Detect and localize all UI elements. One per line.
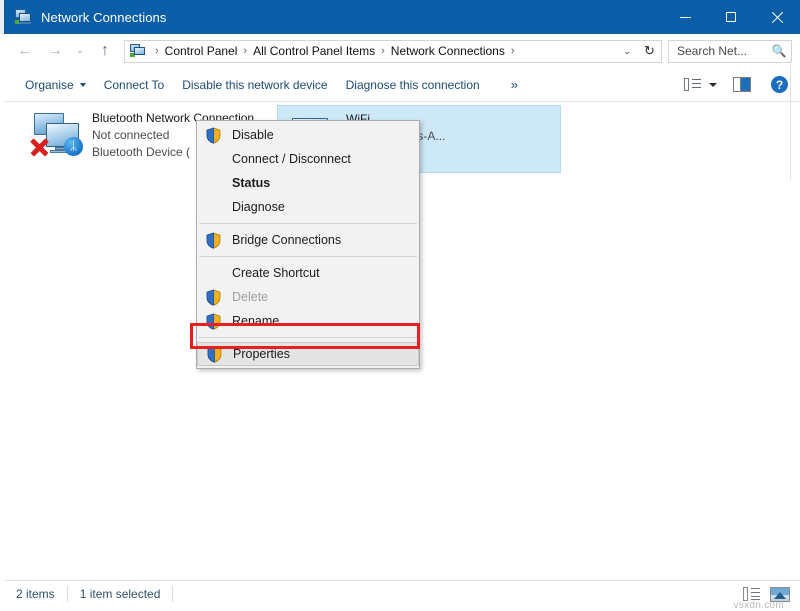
- maximize-icon: [726, 12, 736, 22]
- menu-item-rename[interactable]: Rename: [197, 309, 419, 333]
- disable-network-device-button[interactable]: Disable this network device: [173, 73, 336, 97]
- refresh-button[interactable]: ↻: [638, 40, 662, 63]
- menu-item-diagnose[interactable]: Diagnose: [197, 195, 419, 219]
- forward-arrow-icon: →: [47, 43, 63, 59]
- status-selection-count: 1 item selected: [80, 587, 161, 601]
- up-button[interactable]: ↑: [90, 36, 120, 66]
- no-icon-spacer: [205, 151, 222, 168]
- organise-button[interactable]: Organise: [16, 73, 95, 97]
- organise-label: Organise: [25, 78, 74, 92]
- disconnected-x-icon: [30, 137, 48, 155]
- back-arrow-icon: ←: [17, 43, 33, 59]
- help-icon[interactable]: ?: [771, 76, 788, 93]
- menu-item-label: Status: [232, 176, 270, 190]
- shield-icon: [205, 232, 222, 249]
- chevron-down-icon: ⌄: [76, 46, 84, 56]
- forward-button[interactable]: →: [40, 36, 70, 66]
- chevron-down-icon: [80, 83, 86, 87]
- shield-icon: [205, 127, 222, 144]
- shield-icon: [205, 313, 222, 330]
- breadcrumb-item-control-panel[interactable]: Control Panel: [165, 44, 238, 58]
- shield-icon: [206, 346, 223, 363]
- search-icon: 🔍: [770, 44, 788, 58]
- menu-item-label: Bridge Connections: [232, 233, 341, 247]
- menu-item-label: Diagnose: [232, 200, 285, 214]
- status-divider: [67, 586, 68, 602]
- up-arrow-icon: ↑: [101, 43, 109, 59]
- shield-icon: [205, 289, 222, 306]
- menu-separator: [199, 337, 417, 338]
- minimize-icon: [680, 17, 691, 18]
- preview-pane-icon[interactable]: [733, 77, 751, 92]
- connect-to-label: Connect To: [104, 78, 165, 92]
- help-question-mark: ?: [776, 78, 783, 92]
- menu-item-label: Create Shortcut: [232, 266, 320, 280]
- menu-item-disable[interactable]: Disable: [197, 123, 419, 147]
- toolbar-right-group: ?: [684, 76, 788, 93]
- menu-separator: [199, 223, 417, 224]
- no-icon-spacer: [205, 265, 222, 282]
- refresh-icon: ↻: [644, 43, 655, 59]
- diagnose-connection-label: Diagnose this connection: [346, 78, 480, 92]
- address-bar: ← → ⌄ ↑ › Control Panel › All Control Pa…: [4, 34, 800, 68]
- maximize-button[interactable]: [708, 0, 754, 34]
- title-bar: Network Connections: [4, 0, 800, 34]
- recent-locations-button[interactable]: ⌄: [70, 36, 90, 66]
- diagnose-connection-button[interactable]: Diagnose this connection: [337, 73, 489, 97]
- breadcrumb-separator[interactable]: ›: [243, 45, 247, 57]
- window-title: Network Connections: [41, 10, 166, 25]
- chevron-down-icon: ⌄: [623, 46, 631, 57]
- address-dropdown-button[interactable]: ⌄: [616, 40, 638, 63]
- watermark-artifact-line: [790, 60, 791, 180]
- search-box[interactable]: 🔍: [668, 40, 792, 63]
- status-divider: [172, 586, 173, 602]
- breadcrumb-item-network-connections[interactable]: Network Connections: [391, 44, 505, 58]
- no-icon-spacer: [205, 175, 222, 192]
- back-button[interactable]: ←: [10, 36, 40, 66]
- connect-to-button[interactable]: Connect To: [95, 73, 174, 97]
- minimize-button[interactable]: [662, 0, 708, 34]
- breadcrumb-separator[interactable]: ›: [381, 45, 385, 57]
- menu-item-status[interactable]: Status: [197, 171, 419, 195]
- change-view-icon[interactable]: [684, 77, 702, 93]
- menu-item-label: Properties: [233, 347, 290, 361]
- search-input[interactable]: [669, 43, 770, 59]
- menu-separator: [199, 256, 417, 257]
- breadcrumb-item-all-control-panel-items[interactable]: All Control Panel Items: [253, 44, 375, 58]
- menu-item-label: Rename: [232, 314, 279, 328]
- context-menu: Disable Connect / Disconnect Status Diag…: [196, 120, 420, 369]
- status-bar: 2 items 1 item selected vsxdn.com: [4, 580, 800, 607]
- close-icon: [771, 11, 783, 23]
- menu-item-label: Disable: [232, 128, 274, 142]
- menu-item-connect-disconnect[interactable]: Connect / Disconnect: [197, 147, 419, 171]
- chevron-down-icon[interactable]: [709, 83, 717, 87]
- menu-item-create-shortcut[interactable]: Create Shortcut: [197, 261, 419, 285]
- toolbar-overflow-button[interactable]: »: [503, 77, 526, 92]
- menu-item-bridge-connections[interactable]: Bridge Connections: [197, 228, 419, 252]
- bluetooth-network-adapter-icon: ᛦ: [30, 109, 92, 161]
- bluetooth-icon: ᛦ: [64, 137, 83, 156]
- menu-item-label: Connect / Disconnect: [232, 152, 351, 166]
- menu-item-properties[interactable]: Properties: [197, 342, 419, 366]
- watermark-text: vsxdn.com: [734, 600, 785, 611]
- network-connections-window: Network Connections ← → ⌄ ↑: [0, 0, 800, 607]
- breadcrumb[interactable]: › Control Panel › All Control Panel Item…: [124, 40, 616, 63]
- no-icon-spacer: [205, 199, 222, 216]
- breadcrumb-network-icon: [130, 43, 146, 59]
- breadcrumb-separator[interactable]: ›: [511, 45, 515, 57]
- double-chevron-icon: »: [511, 77, 518, 92]
- menu-item-label: Delete: [232, 290, 268, 304]
- breadcrumb-separator[interactable]: ›: [155, 45, 159, 57]
- close-button[interactable]: [754, 0, 800, 34]
- command-toolbar: Organise Connect To Disable this network…: [4, 68, 800, 102]
- menu-item-delete: Delete: [197, 285, 419, 309]
- disable-device-label: Disable this network device: [182, 78, 327, 92]
- status-item-count: 2 items: [16, 587, 55, 601]
- window-controls: [662, 0, 800, 34]
- network-connections-icon: [14, 8, 32, 26]
- view-mode-buttons: vsxdn.com: [743, 587, 790, 602]
